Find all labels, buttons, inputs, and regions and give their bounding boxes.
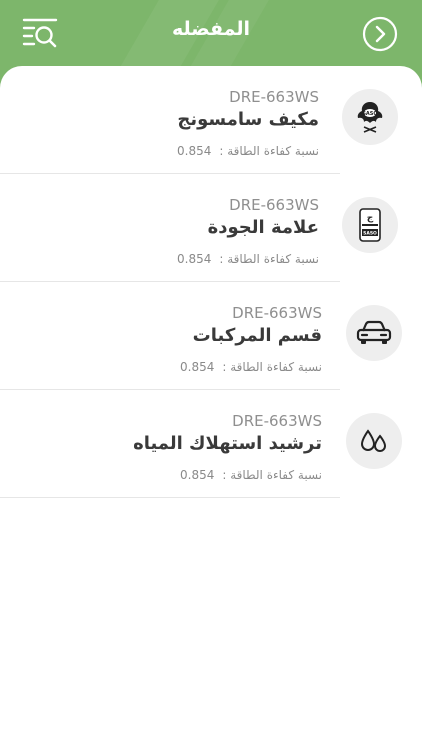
product-name: علامة الجودة xyxy=(207,217,319,238)
favorites-list: SASO DRE-663WS مكيف سامسونج نسبة كفاءة ا… xyxy=(0,66,422,750)
efficiency-label: نسبة كفاءة الطاقة : xyxy=(222,468,322,482)
forward-button[interactable] xyxy=(362,16,398,52)
efficiency-label: نسبة كفاءة الطاقة : xyxy=(219,252,319,266)
water-drops-icon xyxy=(360,429,387,452)
chevron-right-circle-icon xyxy=(362,16,398,52)
efficiency-value: 0.854 xyxy=(177,144,212,158)
quality-mark-badge-icon: ج SASO xyxy=(359,208,381,242)
efficiency-value: 0.854 xyxy=(180,468,215,482)
efficiency-label: نسبة كفاءة الطاقة : xyxy=(219,144,319,158)
product-code: DRE-663WS xyxy=(232,304,322,322)
list-item[interactable]: ج SASO DRE-663WS علامة الجودة نسبة كفاءة… xyxy=(0,174,422,282)
efficiency-value: 0.854 xyxy=(180,360,215,374)
product-code: DRE-663WS xyxy=(229,196,319,214)
list-item[interactable]: SASO DRE-663WS مكيف سامسونج نسبة كفاءة ا… xyxy=(0,66,422,174)
efficiency-text: نسبة كفاءة الطاقة : 0.854 xyxy=(177,252,319,266)
item-icon-circle: ج SASO xyxy=(342,197,398,253)
efficiency-text: نسبة كفاءة الطاقة : 0.854 xyxy=(180,360,322,374)
car-icon xyxy=(356,320,392,344)
svg-text:SASO: SASO xyxy=(362,111,377,117)
sasd-falcon-logo-icon: SASO xyxy=(357,102,383,133)
product-code: DRE-663WS xyxy=(232,412,322,430)
svg-text:SASO: SASO xyxy=(363,231,377,237)
list-item[interactable]: DRE-663WS ترشيد استهلاك المياه نسبة كفاء… xyxy=(0,390,422,498)
product-name: ترشيد استهلاك المياه xyxy=(133,433,322,454)
product-name: مكيف سامسونج xyxy=(177,109,319,130)
svg-text:ج: ج xyxy=(367,213,374,223)
efficiency-text: نسبة كفاءة الطاقة : 0.854 xyxy=(177,144,319,158)
page-title: المفضله xyxy=(171,18,251,40)
item-icon-circle: SASO xyxy=(342,89,398,145)
item-icon-circle xyxy=(346,305,402,361)
list-item[interactable]: DRE-663WS قسم المركبات نسبة كفاءة الطاقة… xyxy=(0,282,422,390)
efficiency-label: نسبة كفاءة الطاقة : xyxy=(222,360,322,374)
efficiency-text: نسبة كفاءة الطاقة : 0.854 xyxy=(180,468,322,482)
row-divider xyxy=(0,497,340,498)
item-icon-circle xyxy=(346,413,402,469)
efficiency-value: 0.854 xyxy=(177,252,212,266)
product-name: قسم المركبات xyxy=(192,325,322,346)
product-code: DRE-663WS xyxy=(229,88,319,106)
